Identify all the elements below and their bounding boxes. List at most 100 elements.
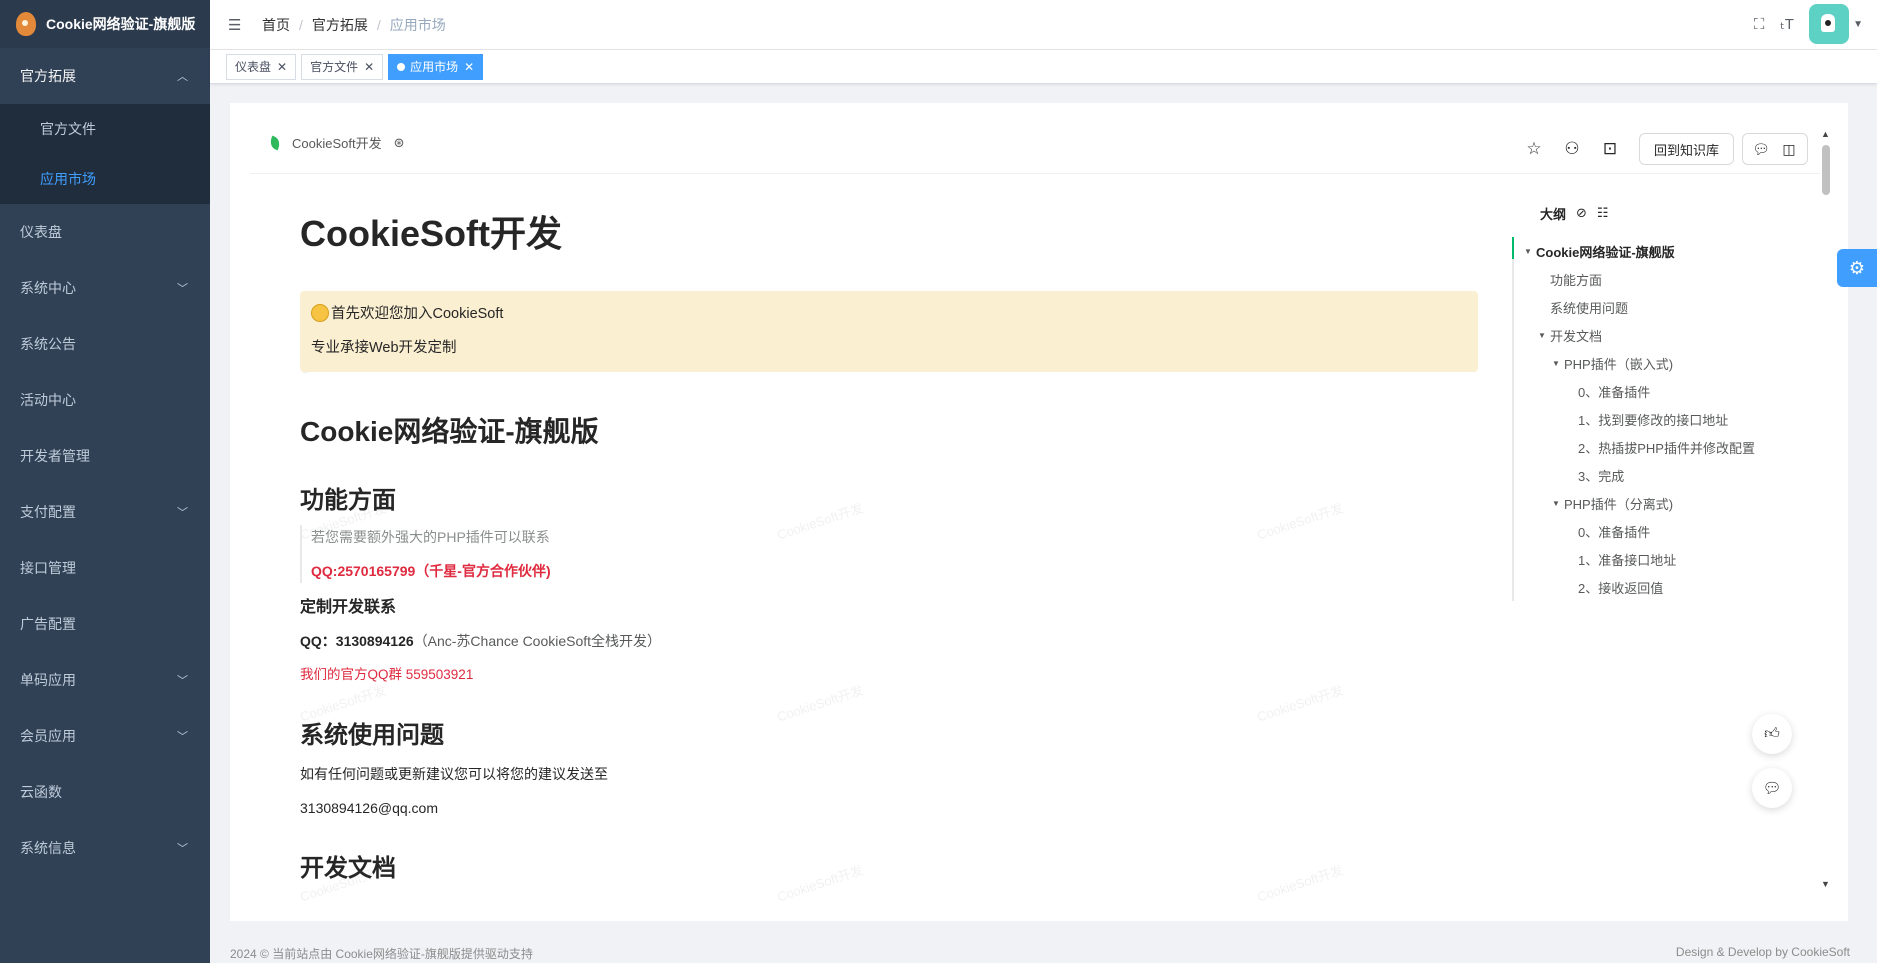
sidebar-item-label: 系统中心 [20,280,76,296]
sidebar-toggle-icon[interactable]: ◫ [1775,141,1803,158]
add-user-icon[interactable]: ⚇ [1553,133,1591,165]
tag-app-market[interactable]: 应用市场 ✕ [388,53,484,80]
outline-item-label: PHP插件（分离式) [1564,496,1674,512]
outline-item[interactable]: 功能方面 [1514,265,1812,293]
footer-credit: Design & Develop by CookieSoft [1675,945,1850,959]
comment-icon[interactable]: 💬︎ [1747,141,1775,158]
sidebar-item-single-code-app[interactable]: 单码应用 ﹀ [0,652,210,708]
chevron-down-icon: ﹀ [177,283,188,295]
tag-official-files[interactable]: 官方文件 ✕ [301,53,384,80]
smile-emoji-icon [311,304,329,322]
sidebar-item-developer-management[interactable]: 开发者管理 [0,428,210,484]
sidebar-item-ad-config[interactable]: 广告配置 [0,596,210,652]
outline-header: 大纲 ⊘ ☷ [1512,203,1812,223]
sidebar-item-label: 系统公告 [20,336,76,352]
quote-line: 若您需要额外强大的PHP插件可以联系 [311,529,550,545]
scroll-down-arrow-icon[interactable]: ▼ [1821,879,1830,889]
outline-item[interactable]: 1、找到要修改的接口地址 [1514,405,1812,433]
heading-product: Cookie网络验证-旗舰版 [300,416,599,447]
present-icon[interactable]: ⊡ [1591,133,1629,165]
sidebar-item-official-files[interactable]: 官方文件 [0,104,210,154]
alert-text: 首先欢迎您加入CookieSoft [331,306,504,322]
contact-email[interactable]: 3130894126@qq.com [300,798,1480,818]
sidebar-item-cloud-functions[interactable]: 云函数 [0,764,210,820]
sidebar-item-system-center[interactable]: 系统中心 ﹀ [0,260,210,316]
font-size-icon[interactable]: ₜT [1773,4,1801,44]
close-icon[interactable]: ✕ [277,60,287,74]
settings-gear-icon[interactable]: ⚙ [1837,249,1877,287]
fullscreen-icon[interactable]: ⛶ [1745,4,1773,44]
breadcrumb-current: 应用市场 [389,16,446,33]
avatar[interactable] [1809,4,1850,44]
sidebar-item-payment-config[interactable]: 支付配置 ﹀ [0,484,210,540]
outline-list: ▼ Cookie网络验证-旗舰版 功能方面 系统使用问题 ▼ 开发文档 ▼ PHP插件… [1512,237,1812,601]
sidebar-item-system-info[interactable]: 系统信息 ﹀ [0,820,210,876]
outline-title: 大纲 [1540,206,1567,222]
comment-button[interactable]: 💬︎ [1752,768,1792,808]
outline-item[interactable]: 1、准备接口地址 [1514,545,1812,573]
outline-item[interactable]: ▼ PHP插件（分离式) [1514,489,1812,517]
sidebar-item-api-management[interactable]: 接口管理 [0,540,210,596]
outline-item[interactable]: ▼ Cookie网络验证-旗舰版 [1514,237,1812,265]
sidebar-item-activity-center[interactable]: 活动中心 [0,372,210,428]
close-icon[interactable]: ✕ [464,60,474,74]
sidebar: Cookie网络验证-旗舰版 官方拓展 ︿ 官方文件 应用市场 仪表盘 系统中心… [0,0,210,963]
outline-item[interactable]: 0、准备插件 [1514,517,1812,545]
app-title: Cookie网络验证-旗舰版 [46,16,196,32]
sidebar-item-label: 官方拓展 [20,68,76,84]
scrollbar-thumb[interactable] [1822,145,1830,195]
active-dot-icon [397,62,406,71]
list-icon[interactable]: ☷ [1597,205,1609,221]
caret-down-icon: ▼ [1552,498,1560,508]
view-toggle-group: 💬︎ ◫ [1742,133,1808,165]
outline-item-label: 开发文档 [1550,328,1603,344]
scroll-up-arrow-icon[interactable]: ▲ [1821,129,1830,139]
sidebar-item-app-market[interactable]: 应用市场 [0,154,210,204]
kb-name: CookieSoft开发 [292,136,382,151]
outline-item[interactable]: 2、热插拔PHP插件并修改配置 [1514,433,1812,461]
sidebar-item-official-extension[interactable]: 官方拓展 ︿ [0,48,210,104]
close-icon[interactable]: ✕ [364,60,374,74]
outline-item[interactable]: ▼ PHP插件（嵌入式) [1514,349,1812,377]
tag-dashboard[interactable]: 仪表盘 ✕ [226,53,297,80]
chevron-up-icon: ︿ [177,71,188,83]
doc-toolbar: CookieSoft开发 ⊛ ☆ ⚇ ⊡ 回到知识库 💬︎ ◫ [250,103,1820,174]
like-button[interactable]: 👍︎ [1752,714,1792,754]
outline-item[interactable]: 3、完成 [1514,461,1812,489]
caret-down-icon: ▼ [1524,246,1532,256]
eye-off-icon[interactable]: ⊘ [1576,205,1587,221]
back-to-kb-button[interactable]: 回到知识库 [1638,133,1734,165]
sidebar-item-member-app[interactable]: 会员应用 ﹀ [0,708,210,764]
top-header: ☰ 首页 / 官方拓展 / 应用市场 ⛶ ₜT ▼ [210,0,1877,50]
breadcrumb: 首页 / 官方拓展 / 应用市场 [262,15,446,35]
menu-fold-icon[interactable]: ☰ [228,16,244,34]
sidebar-item-dashboard[interactable]: 仪表盘 [0,204,210,260]
usage-text: 如有任何问题或更新建议您可以将您的建议发送至 [300,766,608,782]
brand[interactable]: Cookie网络验证-旗舰版 [0,0,210,48]
header-actions: ⛶ ₜT ▼ [1745,4,1863,44]
outline-item[interactable]: 系统使用问题 [1514,293,1812,321]
blockquote: 若您需要额外强大的PHP插件可以联系 QQ:2570165799（千星-官方合作… [300,525,1480,583]
chevron-down-icon: ﹀ [177,675,188,687]
tag-label: 官方文件 [310,60,359,74]
star-icon[interactable]: ☆ [1515,133,1553,165]
knowledge-base-link[interactable]: CookieSoft开发 ⊛ [268,133,405,152]
doc-actions: ☆ ⚇ ⊡ 回到知识库 💬︎ ◫ [1515,133,1808,165]
qq-label: QQ：3130894126 [300,633,414,649]
caret-down-icon[interactable]: ▼ [1853,19,1863,30]
welcome-alert: 首先欢迎您加入CookieSoft 专业承接Web开发定制 [300,291,1478,372]
heading-dev-docs: 开发文档 [300,855,396,882]
chevron-down-icon: ﹀ [177,731,188,743]
heading-custom-dev: 定制开发联系 [300,599,397,616]
breadcrumb-official-extension[interactable]: 官方拓展 [312,15,368,35]
outline-item[interactable]: ▼ 开发文档 [1514,321,1812,349]
info-icon[interactable]: ⊛ [394,135,405,151]
sidebar-item-label: 支付配置 [20,504,76,520]
outline-item[interactable]: 2、接收返回值 [1514,573,1812,601]
outline-active-bar [1512,237,1514,259]
outline-item[interactable]: 0、准备插件 [1514,377,1812,405]
chevron-down-icon: ﹀ [177,507,188,519]
doc-title: CookieSoft开发 [300,213,563,254]
sidebar-item-announcements[interactable]: 系统公告 [0,316,210,372]
breadcrumb-home[interactable]: 首页 [262,15,290,35]
